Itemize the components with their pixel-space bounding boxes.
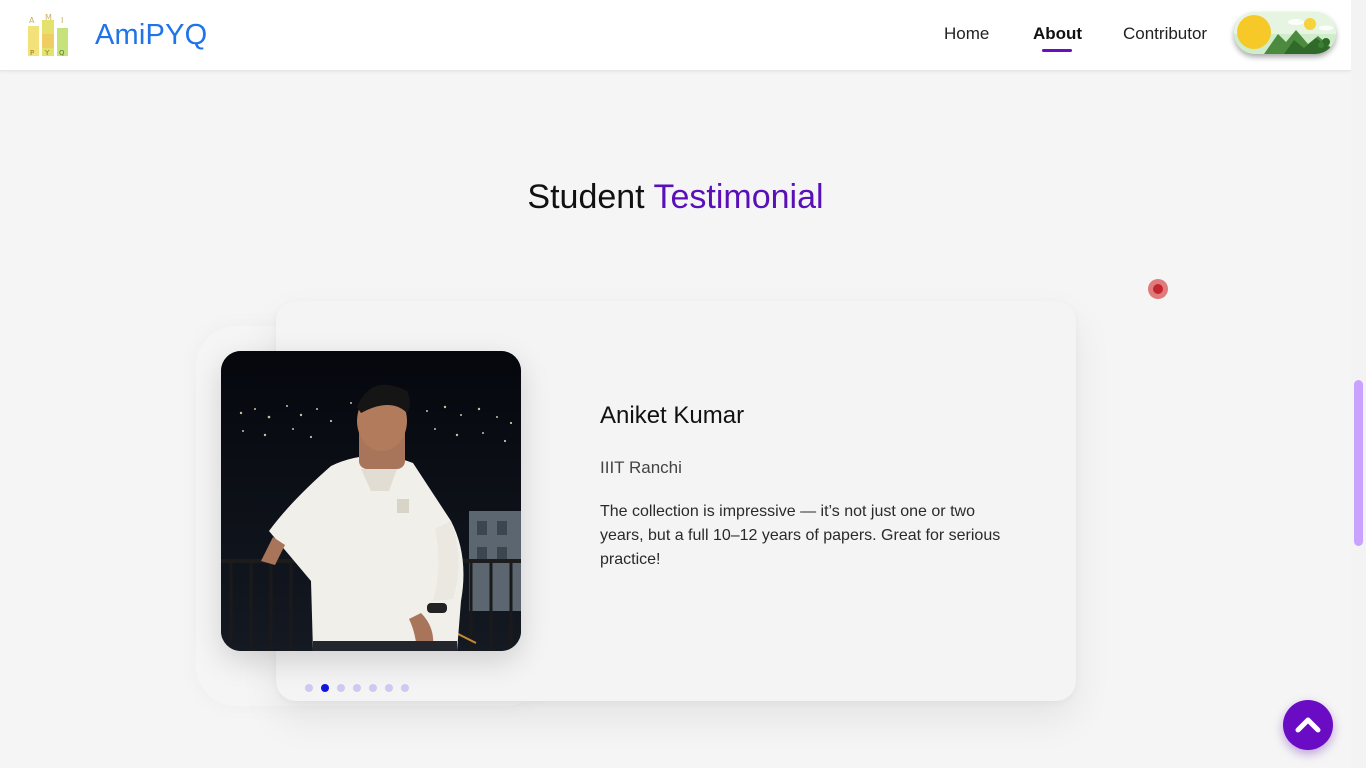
svg-text:P: P	[30, 49, 34, 57]
scrollbar-thumb[interactable]	[1354, 380, 1363, 546]
testimonial-institute: IIIT Ranchi	[600, 458, 682, 477]
nav-contributor-link[interactable]: Contributor	[1123, 23, 1207, 45]
brand-name[interactable]: AmiPYQ	[95, 17, 207, 53]
chevron-up-icon	[1295, 717, 1321, 733]
carousel-dot-3[interactable]	[337, 684, 345, 692]
nav-home-link[interactable]: Home	[944, 23, 989, 45]
svg-text:M: M	[45, 14, 52, 22]
carousel-dot-6[interactable]	[385, 684, 393, 692]
record-indicator-icon	[1148, 279, 1168, 299]
testimonial-quote: The collection is impressive — it’s not …	[600, 503, 1001, 568]
theme-toggle[interactable]	[1234, 12, 1336, 54]
student-photo	[221, 351, 521, 651]
amipyq-logo-icon[interactable]: A M I P Y Q	[26, 13, 70, 58]
svg-text:Y: Y	[44, 49, 50, 57]
nav-about-link[interactable]: About	[1033, 23, 1082, 45]
carousel-dot-7[interactable]	[401, 684, 409, 692]
svg-text:A: A	[29, 16, 35, 25]
svg-text:I: I	[61, 16, 63, 25]
back-to-top-button[interactable]	[1283, 700, 1333, 750]
carousel-dot-1[interactable]	[305, 684, 313, 692]
section-title-plain: Student	[527, 178, 645, 216]
active-nav-indicator	[1042, 49, 1072, 52]
svg-text:Q: Q	[59, 49, 65, 57]
navbar: A M I P Y Q AmiPYQ Home About Contributo…	[0, 0, 1351, 71]
carousel-dot-5[interactable]	[369, 684, 377, 692]
sun-landscape-icon	[1234, 12, 1336, 54]
section-title-accent: Testimonial	[653, 178, 824, 216]
testimonial-name: Aniket Kumar	[600, 402, 745, 429]
section-title: Student Testimonial	[0, 177, 1351, 217]
carousel-dot-4[interactable]	[353, 684, 361, 692]
carousel-dot-2[interactable]	[321, 684, 329, 692]
